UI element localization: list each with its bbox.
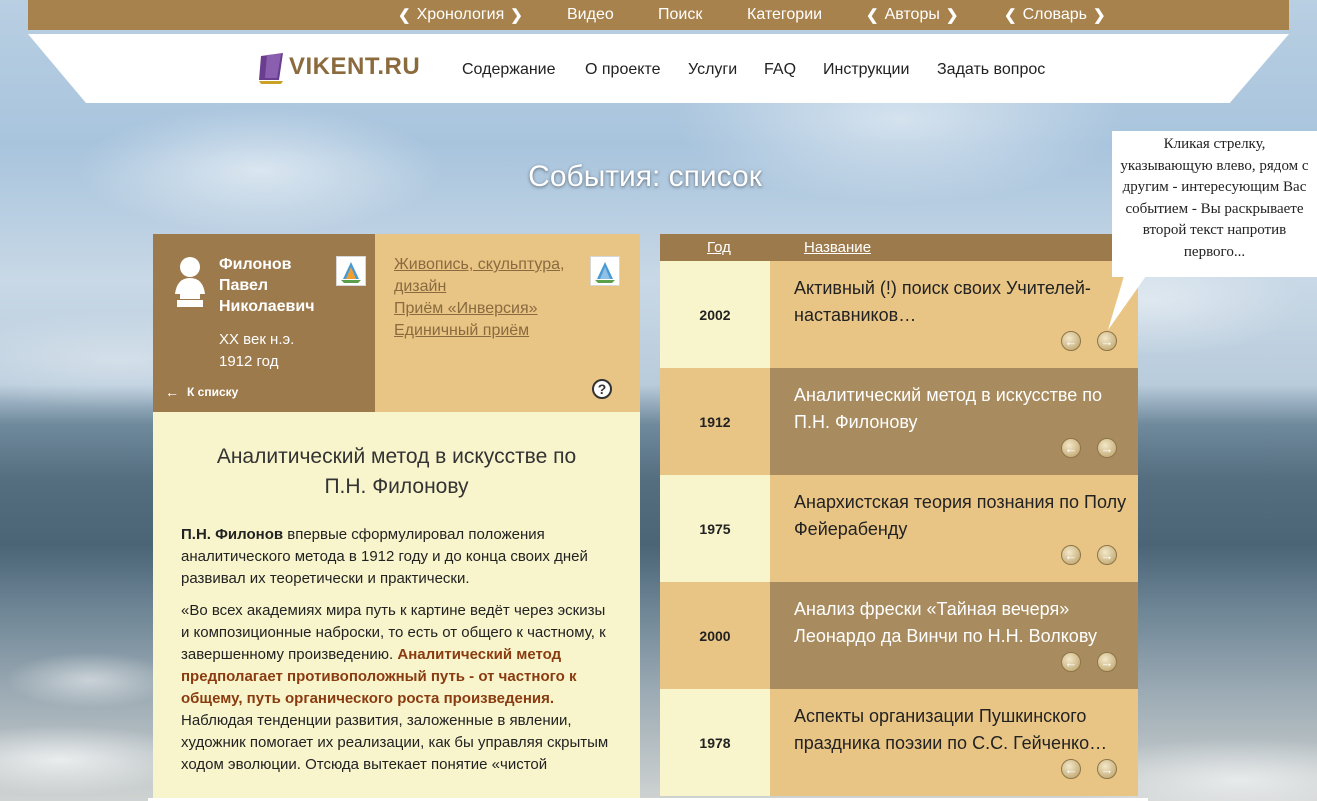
bust-icon	[175, 257, 205, 307]
chevron-left-icon[interactable]: ❮	[866, 6, 879, 24]
category-links: Живопись, скульптура, дизайн Приём «Инве…	[394, 254, 574, 342]
arrow-left-icon[interactable]: ←	[1061, 438, 1081, 458]
article-paragraph: П.Н. Филонов впервые сформулировал полож…	[181, 524, 611, 590]
nav-services-label[interactable]: Услуги	[688, 61, 737, 79]
nav-about-label[interactable]: О проекте	[585, 61, 660, 79]
author-card: Филонов Павел Николаевич XX век н.э. 191…	[153, 234, 375, 412]
event-title-cell: Активный (!) поиск своих Учителей-настав…	[770, 261, 1138, 368]
arrow-left-icon[interactable]: ←	[1061, 331, 1081, 351]
article-author-bold: П.Н. Филонов	[181, 526, 284, 543]
chevron-right-icon[interactable]: ❯	[1093, 6, 1106, 24]
nav-contents[interactable]: Содержание	[462, 58, 556, 82]
nav-about[interactable]: О проекте	[585, 58, 660, 82]
top-menu-dictionary[interactable]: ❮ Словарь ❯	[1004, 0, 1106, 30]
author-century: XX век н.э.	[219, 331, 295, 348]
arrow-left-icon[interactable]: ←	[1061, 759, 1081, 779]
site-logo[interactable]: VIKENT.RU	[257, 50, 420, 84]
arrow-right-icon[interactable]: →	[1097, 438, 1117, 458]
sort-by-title-link[interactable]: Название	[804, 239, 871, 256]
event-title[interactable]: Аспекты организации Пушкинского праздник…	[794, 703, 1134, 757]
article-paragraph: «Во всех академиях мира путь к картине в…	[181, 600, 611, 776]
sort-by-year-link[interactable]: Год	[707, 239, 731, 256]
arrow-right-icon[interactable]: →	[1097, 331, 1117, 351]
table-row[interactable]: 1975 Анархистская теория познания по Пол…	[660, 475, 1138, 582]
event-year: 2000	[660, 582, 770, 689]
event-year: 1912	[660, 368, 770, 475]
sail-logo-icon[interactable]	[590, 256, 620, 286]
nav-services[interactable]: Услуги	[688, 58, 737, 82]
table-row[interactable]: 1978 Аспекты организации Пушкинского пра…	[660, 689, 1138, 796]
top-menu-search-label[interactable]: Поиск	[658, 6, 702, 24]
article-text: Наблюдая тенденции развития, заложенные …	[181, 712, 609, 773]
back-to-list-link[interactable]: ← К списку	[165, 384, 238, 400]
events-table: Год Название 2002 Активный (!) поиск сво…	[660, 234, 1138, 801]
category-link-painting[interactable]: Живопись, скульптура, дизайн	[394, 254, 574, 298]
page-title: События: список	[528, 160, 762, 193]
categories-card: Живопись, скульптура, дизайн Приём «Инве…	[375, 234, 640, 412]
event-year: 1975	[660, 475, 770, 582]
event-title-cell: Анархистская теория познания по Полу Фей…	[770, 475, 1138, 582]
category-link-single-technique[interactable]: Единичный приём	[394, 320, 574, 342]
help-tooltip: Кликая стрелку, указывающую влево, рядом…	[1112, 131, 1317, 277]
author-name-line1[interactable]: Филонов	[219, 254, 314, 275]
arrow-left-icon[interactable]: ←	[1061, 545, 1081, 565]
nav-contents-label[interactable]: Содержание	[462, 61, 556, 79]
table-header: Год Название	[660, 234, 1138, 261]
nav-faq[interactable]: FAQ	[764, 58, 796, 82]
article-body: П.Н. Филонов впервые сформулировал полож…	[181, 524, 611, 786]
event-title[interactable]: Аналитический метод в искусстве по П.Н. …	[794, 382, 1134, 436]
help-icon[interactable]: ?	[592, 379, 612, 399]
back-to-list-label[interactable]: К списку	[187, 385, 238, 399]
event-year: 2002	[660, 261, 770, 368]
event-title-cell: Аналитический метод в искусстве по П.Н. …	[770, 368, 1138, 475]
top-menu-search[interactable]: Поиск	[658, 0, 702, 30]
event-title[interactable]: Анархистская теория познания по Полу Фей…	[794, 489, 1134, 543]
nav-instructions[interactable]: Инструкции	[823, 58, 909, 82]
article-title: Аналитический метод в искусстве по П.Н. …	[216, 445, 577, 498]
nav-ask-question[interactable]: Задать вопрос	[937, 58, 1045, 82]
sail-logo-icon[interactable]	[336, 256, 366, 286]
top-menu-video[interactable]: Видео	[567, 0, 614, 30]
arrow-right-icon[interactable]: →	[1097, 545, 1117, 565]
logo-text[interactable]: VIKENT.RU	[289, 53, 420, 81]
table-row[interactable]: 1912 Аналитический метод в искусстве по …	[660, 368, 1138, 475]
author-name-line2[interactable]: Павел	[219, 275, 314, 296]
top-menu-categories-label[interactable]: Категории	[747, 6, 822, 24]
nav-faq-label[interactable]: FAQ	[764, 61, 796, 79]
top-menu-chronology-label[interactable]: Хронология	[417, 6, 505, 24]
category-link-inversion[interactable]: Приём «Инверсия»	[394, 298, 574, 320]
arrow-left-icon[interactable]: ←	[1061, 652, 1081, 672]
chevron-right-icon[interactable]: ❯	[510, 6, 523, 24]
nav-ask-question-label[interactable]: Задать вопрос	[937, 61, 1045, 79]
top-menu-categories[interactable]: Категории	[747, 0, 822, 30]
top-menu-video-label[interactable]: Видео	[567, 6, 614, 24]
arrow-left-icon[interactable]: ←	[165, 384, 179, 400]
table-row[interactable]: 2000 Анализ фрески «Тайная вечеря» Леона…	[660, 582, 1138, 689]
top-menu-dictionary-label[interactable]: Словарь	[1023, 6, 1087, 24]
top-menu-chronology[interactable]: ❮ Хронология ❯	[398, 0, 523, 30]
nav-instructions-label[interactable]: Инструкции	[823, 61, 909, 79]
sail-logo-icon	[259, 53, 283, 84]
author-year: 1912 год	[219, 353, 279, 370]
event-title-cell: Аспекты организации Пушкинского праздник…	[770, 689, 1138, 796]
arrow-right-icon[interactable]: →	[1097, 759, 1117, 779]
author-name[interactable]: Филонов Павел Николаевич	[219, 254, 314, 317]
event-title[interactable]: Активный (!) поиск своих Учителей-настав…	[794, 275, 1134, 329]
tooltip-pointer	[1108, 276, 1146, 330]
chevron-left-icon[interactable]: ❮	[1004, 6, 1017, 24]
chevron-right-icon[interactable]: ❯	[946, 6, 959, 24]
event-title[interactable]: Анализ фрески «Тайная вечеря» Леонардо д…	[794, 596, 1134, 650]
event-title-cell: Анализ фрески «Тайная вечеря» Леонардо д…	[770, 582, 1138, 689]
author-era: XX век н.э. 1912 год	[219, 329, 294, 373]
article-panel: Аналитический метод в искусстве по П.Н. …	[153, 412, 640, 801]
author-name-line3[interactable]: Николаевич	[219, 296, 314, 317]
top-menu-authors[interactable]: ❮ Авторы ❯	[866, 0, 958, 30]
chevron-left-icon[interactable]: ❮	[398, 6, 411, 24]
event-year: 1978	[660, 689, 770, 796]
arrow-right-icon[interactable]: →	[1097, 652, 1117, 672]
top-menu-authors-label[interactable]: Авторы	[885, 6, 940, 24]
table-row[interactable]: 2002 Активный (!) поиск своих Учителей-н…	[660, 261, 1138, 368]
